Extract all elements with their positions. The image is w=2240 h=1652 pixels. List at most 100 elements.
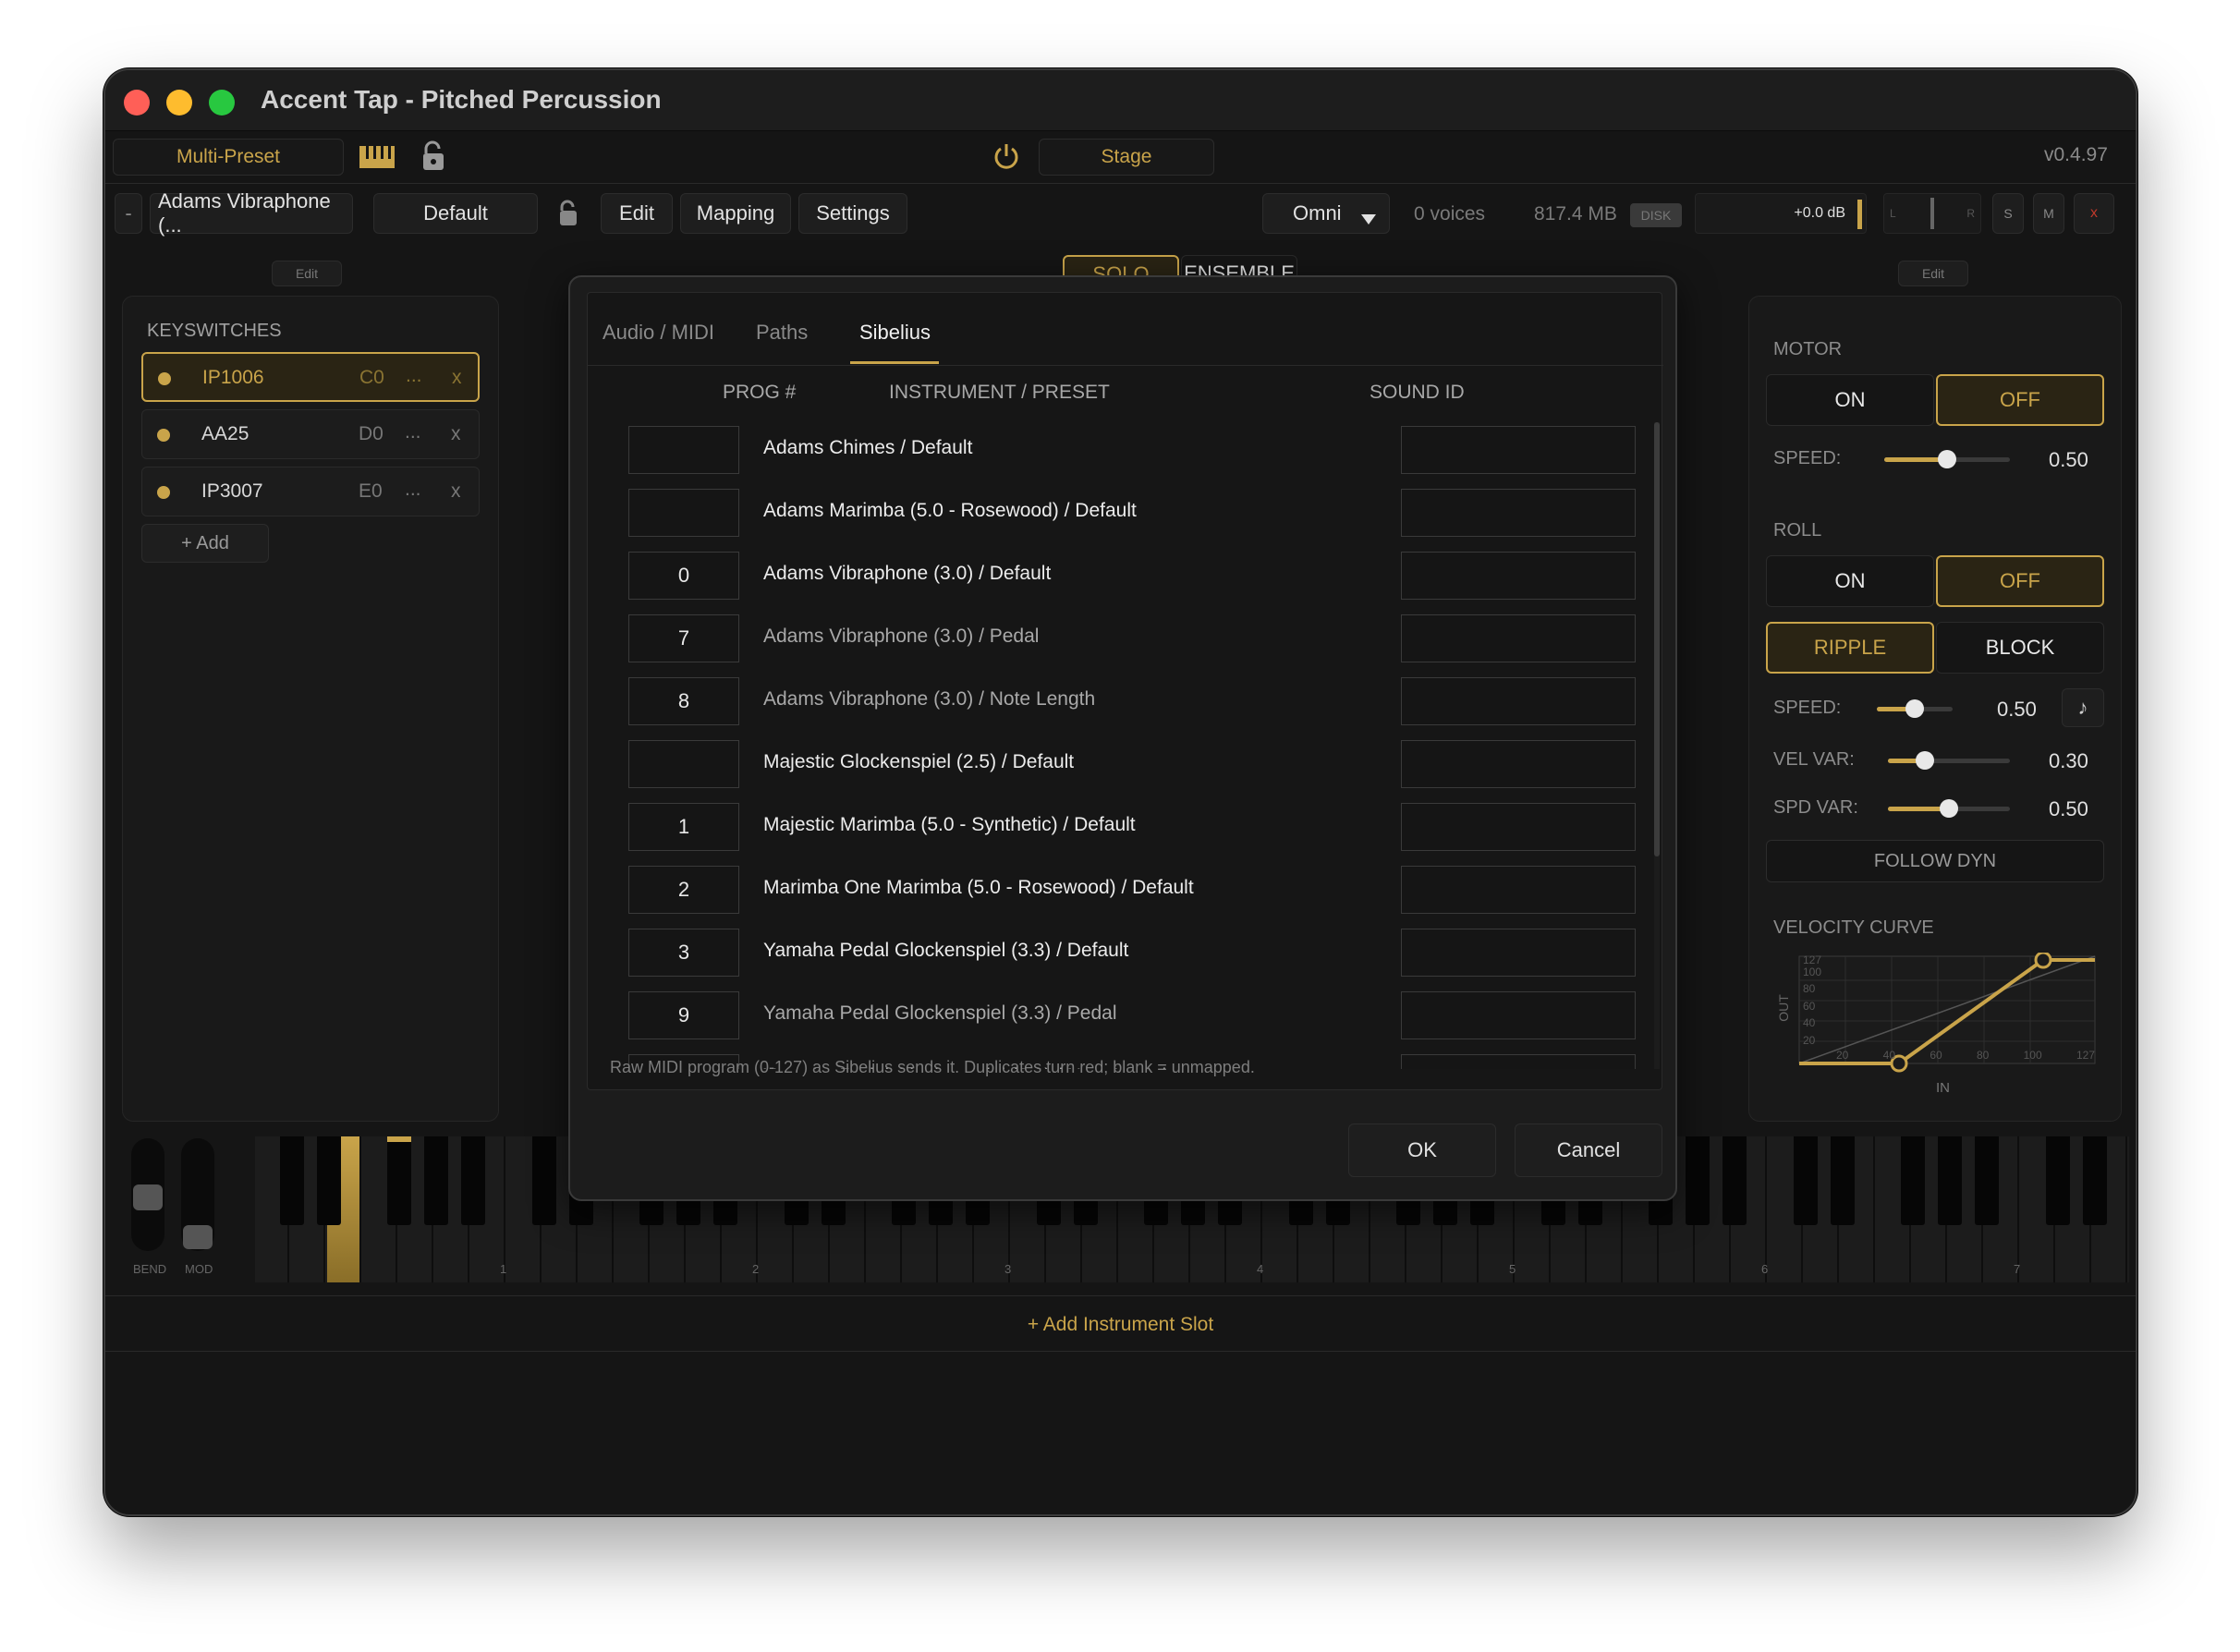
sound-id-input[interactable] xyxy=(1401,803,1636,851)
roll-on-button[interactable]: ON xyxy=(1766,555,1934,607)
piano-black-key[interactable] xyxy=(1793,1136,1818,1225)
roll-speed-slider[interactable] xyxy=(1877,699,1953,718)
motor-on-button[interactable]: ON xyxy=(1766,374,1934,426)
motor-speed-slider[interactable] xyxy=(1884,450,2010,468)
prog-number-input[interactable]: 8 xyxy=(628,677,739,725)
prog-number-input[interactable] xyxy=(628,426,739,474)
slider-knob[interactable] xyxy=(1915,751,1934,770)
sound-id-input[interactable] xyxy=(1401,614,1636,662)
remove-slot-button[interactable]: x xyxy=(2074,193,2114,234)
prog-number-input[interactable] xyxy=(628,489,739,537)
motor-off-button[interactable]: OFF xyxy=(1936,374,2104,426)
piano-black-key[interactable] xyxy=(2045,1136,2070,1225)
app-window: Accent Tap - Pitched Percussion Multi-Pr… xyxy=(103,68,2137,1516)
slider-knob[interactable] xyxy=(1905,699,1924,718)
minimize-window-button[interactable] xyxy=(166,90,192,115)
add-keyswitch-button[interactable]: + Add xyxy=(141,524,269,563)
piano-black-key[interactable] xyxy=(1900,1136,1925,1225)
add-instrument-slot-button[interactable]: + Add Instrument Slot xyxy=(105,1314,2136,1336)
ripple-button[interactable]: RIPPLE xyxy=(1766,622,1934,674)
divider xyxy=(105,1295,2136,1296)
sound-id-input[interactable] xyxy=(1401,677,1636,725)
edit-button[interactable]: Edit xyxy=(601,193,673,234)
piano-black-key[interactable] xyxy=(1831,1136,1856,1225)
scrollbar-track[interactable] xyxy=(1654,422,1660,1069)
remove-keyswitch-button[interactable]: x xyxy=(452,367,462,389)
piano-black-key[interactable] xyxy=(386,1136,411,1225)
sound-id-input[interactable] xyxy=(1401,552,1636,600)
prog-number-input[interactable]: 1 xyxy=(628,803,739,851)
sound-id-input[interactable] xyxy=(1401,929,1636,977)
keyswitch-row[interactable]: IP3007 E0 ... x xyxy=(141,467,480,516)
tab-audio-midi[interactable]: Audio / MIDI xyxy=(603,321,714,345)
follow-dyn-button[interactable]: FOLLOW DYN xyxy=(1766,840,2104,882)
disk-badge[interactable]: DISK xyxy=(1630,203,1682,227)
sound-id-input[interactable] xyxy=(1401,426,1636,474)
roll-off-button[interactable]: OFF xyxy=(1936,555,2104,607)
preset-select[interactable]: Default xyxy=(373,193,538,234)
instrument-select[interactable]: Adams Vibraphone (... xyxy=(150,189,353,237)
power-icon[interactable] xyxy=(992,142,1020,170)
mod-wheel[interactable] xyxy=(181,1138,214,1251)
sound-id-input[interactable] xyxy=(1401,740,1636,788)
slider-knob[interactable] xyxy=(1938,450,1956,468)
more-icon[interactable]: ... xyxy=(406,365,422,387)
piano-black-key[interactable] xyxy=(531,1136,556,1225)
vel-var-slider[interactable] xyxy=(1888,751,2010,770)
pitch-bend-wheel[interactable] xyxy=(131,1138,164,1251)
ok-button[interactable]: OK xyxy=(1348,1124,1496,1177)
prog-number-input[interactable] xyxy=(628,740,739,788)
more-icon[interactable]: ... xyxy=(405,479,421,501)
slider-knob[interactable] xyxy=(1940,799,1958,818)
piano-black-key[interactable] xyxy=(461,1136,486,1225)
piano-black-key[interactable] xyxy=(1723,1136,1747,1225)
piano-black-key[interactable] xyxy=(1686,1136,1710,1225)
octave-label: 2 xyxy=(752,1262,760,1276)
cancel-button[interactable]: Cancel xyxy=(1515,1124,1662,1177)
piano-black-key[interactable] xyxy=(424,1136,449,1225)
multi-preset-button[interactable]: Multi-Preset xyxy=(113,139,344,176)
velocity-curve-editor[interactable]: OUT 127 100 80 60 40 20 20 40 60 80 100 … xyxy=(1762,951,2113,1073)
block-button[interactable]: BLOCK xyxy=(1936,622,2104,674)
prog-number-input[interactable]: 7 xyxy=(628,614,739,662)
midi-channel-select[interactable]: Omni xyxy=(1262,193,1390,234)
unlock-icon[interactable] xyxy=(421,140,445,172)
collapse-slot-button[interactable]: - xyxy=(115,193,142,234)
right-edit-button[interactable]: Edit xyxy=(1898,261,1968,286)
settings-button[interactable]: Settings xyxy=(798,193,907,234)
tab-sibelius[interactable]: Sibelius xyxy=(859,321,931,345)
piano-black-key[interactable] xyxy=(1938,1136,1963,1225)
tab-paths[interactable]: Paths xyxy=(756,321,808,345)
spd-var-slider[interactable] xyxy=(1888,799,2010,818)
sound-id-input[interactable] xyxy=(1401,991,1636,1039)
lock-icon[interactable] xyxy=(558,200,578,227)
piano-black-key[interactable] xyxy=(317,1136,342,1225)
zoom-window-button[interactable] xyxy=(209,90,235,115)
left-edit-button[interactable]: Edit xyxy=(272,261,342,286)
stage-button[interactable]: Stage xyxy=(1039,139,1214,176)
mapping-button[interactable]: Mapping xyxy=(680,193,791,234)
keyswitch-row[interactable]: AA25 D0 ... x xyxy=(141,409,480,459)
piano-black-key[interactable] xyxy=(1975,1136,2000,1225)
prog-number-input[interactable]: 3 xyxy=(628,929,739,977)
piano-black-key[interactable] xyxy=(2083,1136,2108,1225)
remove-keyswitch-button[interactable]: x xyxy=(451,480,461,503)
prog-number-input[interactable]: 0 xyxy=(628,552,739,600)
gain-meter[interactable]: +0.0 dB xyxy=(1695,193,1867,234)
close-window-button[interactable] xyxy=(124,90,150,115)
note-sync-icon[interactable]: ♪ xyxy=(2062,688,2104,727)
keyboard-icon[interactable] xyxy=(359,144,396,170)
sound-id-input[interactable] xyxy=(1401,1054,1636,1069)
remove-keyswitch-button[interactable]: x xyxy=(451,423,461,445)
prog-number-input[interactable]: 9 xyxy=(628,991,739,1039)
keyswitch-row[interactable]: IP1006 C0 ... x xyxy=(141,352,480,402)
sound-id-input[interactable] xyxy=(1401,866,1636,914)
mute-button[interactable]: M xyxy=(2033,193,2064,234)
sound-id-input[interactable] xyxy=(1401,489,1636,537)
prog-number-input[interactable]: 2 xyxy=(628,866,739,914)
piano-black-key[interactable] xyxy=(279,1136,304,1225)
pan-control[interactable]: L R xyxy=(1883,193,1981,234)
solo-button[interactable]: S xyxy=(1992,193,2024,234)
more-icon[interactable]: ... xyxy=(405,421,421,443)
scrollbar-thumb[interactable] xyxy=(1654,422,1660,856)
